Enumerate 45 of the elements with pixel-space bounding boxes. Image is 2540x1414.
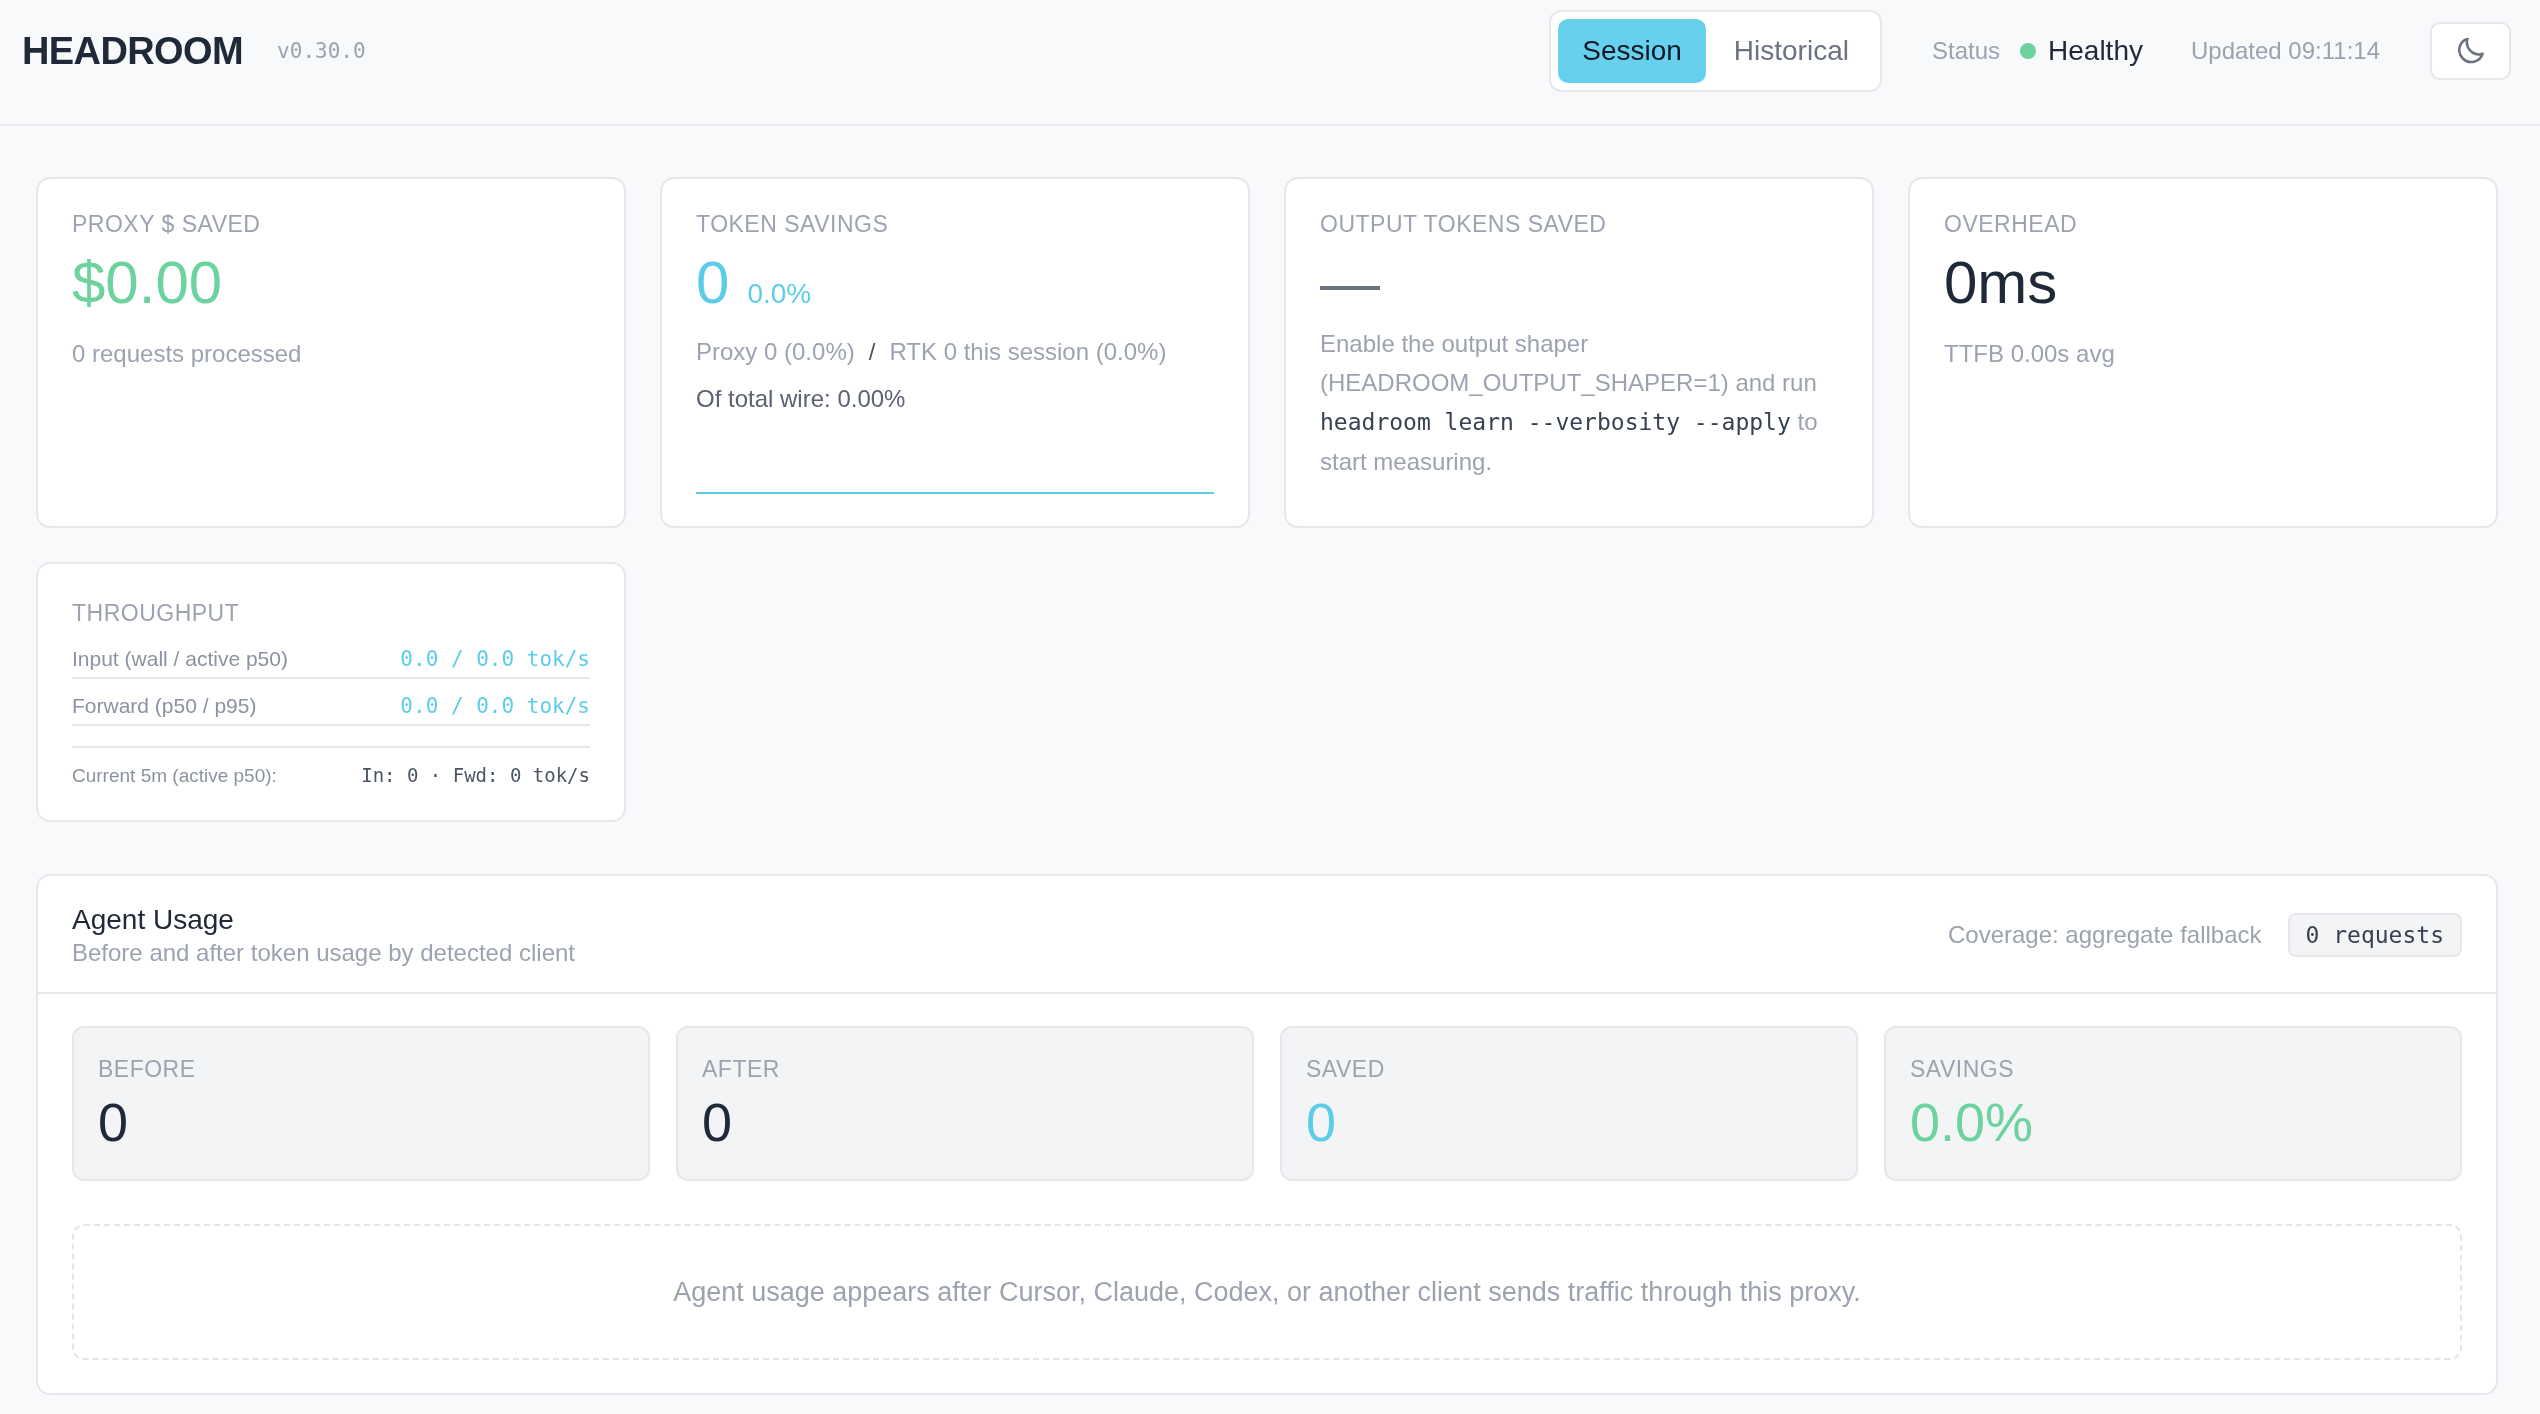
panel-title: Agent Usage	[72, 903, 235, 937]
stat-value: 0	[702, 1091, 734, 1154]
card-value: 0ms	[1944, 248, 2058, 318]
view-tab[interactable]: Session	[1558, 19, 1706, 83]
stat-label: AFTER	[702, 1055, 781, 1084]
stat-value: 0	[1306, 1091, 1338, 1154]
card-label: OVERHEAD	[1944, 210, 2079, 239]
theme-toggle-button[interactable]	[2430, 22, 2511, 80]
metric-label: Input (wall / active p50)	[72, 646, 288, 672]
status-label: Status	[1931, 37, 2000, 65]
breakdown-text: Proxy 0 (0.0%)	[696, 337, 855, 367]
version-label: v0.30.0	[277, 39, 366, 63]
card-note: TTFB 0.00s avg	[1944, 339, 2116, 369]
wire-share-text: Of total wire: 0.00%	[696, 384, 907, 414]
stat-label: SAVED	[1306, 1055, 1386, 1084]
stat-label: SAVINGS	[1910, 1055, 2016, 1084]
empty-state-text: Agent usage appears after Cursor, Claude, Codex, or another client sends traffic through this proxy.	[673, 1276, 1861, 1308]
card-label: PROXY $ SAVED	[72, 210, 262, 239]
card-label: TOKEN SAVINGS	[696, 210, 890, 239]
percent-value: 0.0%	[747, 278, 812, 310]
metric-label: Current 5m (active p50):	[72, 764, 277, 788]
moon-icon	[2457, 38, 2484, 64]
breakdown-text: RTK 0 this session (0.0%)	[889, 337, 1167, 367]
updated-time: Updated 09:11:14	[2190, 37, 2380, 65]
separator-text: /	[868, 337, 876, 367]
app-logo: HEADROOM	[22, 29, 244, 74]
view-tab[interactable]: Historical	[1709, 19, 1873, 83]
card-label: OUTPUT TOKENS SAVED	[1320, 210, 1608, 239]
request-count: 0 requests	[2287, 913, 2462, 957]
stat-label: BEFORE	[98, 1055, 197, 1084]
card-value: 0	[696, 248, 730, 318]
card-label: THROUGHPUT	[72, 599, 241, 628]
stat-value: 0	[98, 1091, 130, 1154]
coverage-text: Coverage: aggregate fallback	[1947, 921, 2262, 949]
card-note: 0 requests processed	[72, 339, 303, 369]
card-value: —	[1320, 248, 1380, 318]
metric-label: Forward (p50 / p95)	[72, 693, 257, 719]
hint-text: Enable the output shaper (HEADROOM_OUTPUT_SHAPER=1) and run headroom learn --verbosity --apply to start measuring.	[1320, 329, 1819, 477]
metric-value: 0.0 / 0.0 tok/s	[400, 693, 590, 719]
card-value: $0.00	[72, 248, 223, 318]
panel-subtitle: Before and after token usage by detected client	[72, 938, 575, 968]
metric-value: 0.0 / 0.0 tok/s	[400, 646, 590, 672]
stat-value: 0.0%	[1910, 1091, 2035, 1154]
status-value: Healthy	[2048, 35, 2143, 67]
metric-value: In: 0 · Fwd: 0 tok/s	[361, 763, 590, 787]
